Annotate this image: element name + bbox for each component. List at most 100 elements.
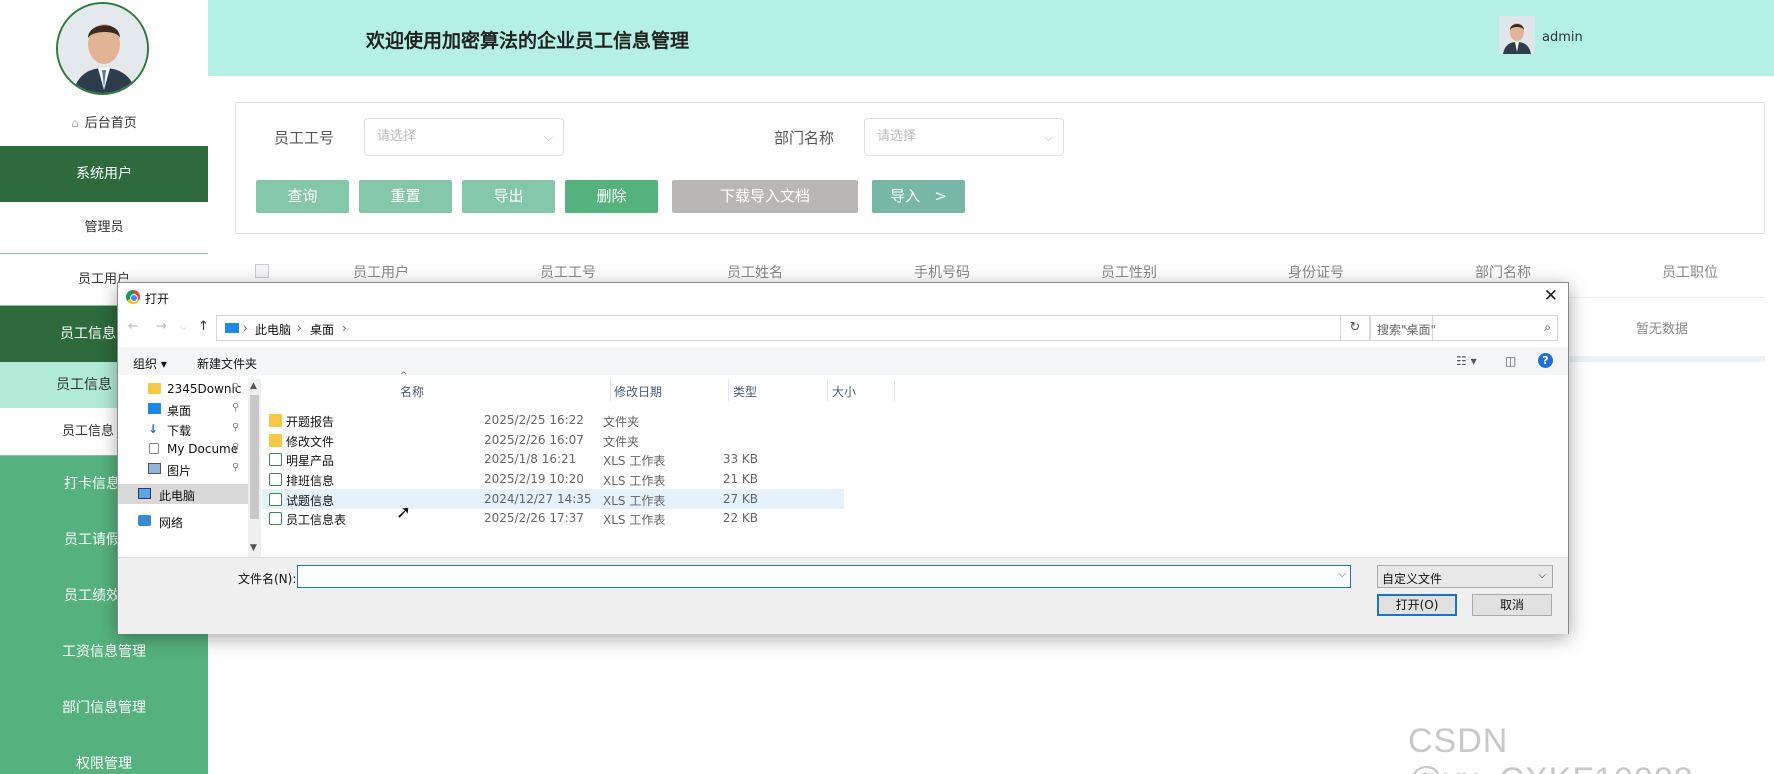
help-icon[interactable]: ? (1538, 353, 1553, 368)
scroll-up-icon[interactable]: ▲ (250, 381, 257, 391)
scrollbar-thumb[interactable] (250, 395, 259, 519)
menu-permissions[interactable]: 权限管理 (0, 736, 208, 774)
file-date: 2025/2/26 17:37 (484, 511, 584, 525)
nav-item-pictures[interactable]: 图片 ⚲ (118, 459, 248, 479)
employee-id-label: 员工工号 (274, 129, 335, 147)
organize-button[interactable]: 组织 ▾ (133, 355, 167, 372)
file-name: 员工信息表 (286, 513, 347, 527)
menu-department[interactable]: 部门信息管理 (0, 680, 208, 736)
file-size: 27 KB (722, 492, 758, 506)
nav-item-network[interactable]: 网络 (118, 511, 248, 531)
view-options-icon[interactable]: ☷ ▾ (1456, 354, 1477, 368)
filetype-select[interactable]: 自定义文件 ⌵ (1377, 565, 1553, 588)
department-placeholder: 请选择 (877, 129, 917, 144)
forward-icon[interactable]: → (156, 319, 167, 334)
computer-icon (138, 488, 151, 499)
file-row[interactable]: 员工信息表 2025/2/26 17:37 XLS 工作表 22 KB (262, 508, 844, 528)
nav-item-2345downloads[interactable]: 2345Downlc ⚲ (118, 379, 248, 399)
menu-system-users[interactable]: 系统用户 (0, 146, 208, 202)
preview-pane-icon[interactable]: ◫ (1505, 354, 1516, 368)
mouse-cursor-icon: ➚ (396, 502, 412, 523)
open-button[interactable]: 打开(O) (1377, 594, 1457, 616)
scroll-down-icon[interactable]: ▼ (250, 543, 257, 553)
chevron-down-icon: ⌵ (1538, 570, 1546, 581)
file-row[interactable]: 明星产品 2025/1/8 16:21 XLS 工作表 33 KB (262, 449, 844, 469)
col-id-card: 身份证号 (1288, 265, 1344, 281)
col-size[interactable]: 大小 (832, 383, 856, 400)
xls-file-icon (269, 453, 282, 466)
folder-icon (148, 383, 161, 394)
filename-input[interactable]: ⌵ (297, 565, 1351, 588)
col-name[interactable]: 名称 (400, 383, 424, 400)
sort-up-icon: ^ (400, 371, 408, 381)
chevron-down-icon: ⌵ (543, 130, 553, 144)
pin-icon: ⚲ (232, 382, 240, 393)
file-name: 试题信息 (286, 494, 335, 508)
breadcrumb-this-pc[interactable]: 此电脑 (255, 321, 291, 338)
username[interactable]: admin (1542, 30, 1583, 45)
chevron-down-icon[interactable]: ⌵ (1338, 569, 1346, 580)
file-open-dialog: 打开 ✕ ← → ⌵ ↑ › 此电脑 › 桌面 › ⌵ ↻ 搜索"桌面" ⌕ 组… (117, 282, 1569, 634)
breadcrumb-desktop[interactable]: 桌面 (310, 321, 334, 338)
picture-icon (148, 463, 161, 474)
new-folder-button[interactable]: 新建文件夹 (197, 355, 257, 372)
cancel-button[interactable]: 取消 (1472, 594, 1552, 616)
recent-dropdown-icon[interactable]: ⌵ (180, 323, 187, 333)
page-title: 欢迎使用加密算法的企业员工信息管理 (366, 30, 690, 52)
nav-item-this-pc[interactable]: 此电脑 (118, 484, 248, 504)
dialog-titlebar: 打开 ✕ (118, 283, 1568, 311)
department-select[interactable]: 请选择 ⌵ (864, 118, 1064, 156)
chevron-right-icon: › (243, 321, 248, 335)
chevron-right-icon: › (297, 321, 302, 335)
query-button[interactable]: 查询 (256, 180, 349, 213)
import-button[interactable]: 导入 > (872, 180, 965, 213)
file-date: 2025/2/19 10:20 (484, 472, 584, 486)
select-all-checkbox[interactable] (255, 264, 269, 278)
file-type: XLS 工作表 (603, 474, 666, 488)
col-type[interactable]: 类型 (733, 383, 757, 400)
file-date: 2025/2/25 16:22 (484, 413, 584, 427)
delete-button[interactable]: 删除 (565, 180, 658, 213)
nav-item-desktop[interactable]: 桌面 ⚲ (118, 399, 248, 419)
file-type: XLS 工作表 (603, 454, 666, 468)
nav-pane-scrollbar[interactable]: ▲ ▼ (248, 379, 261, 557)
folder-icon (269, 434, 282, 447)
dialog-footer: 文件名(N): ⌵ 自定义文件 ⌵ 打开(O) 取消 (118, 557, 1568, 634)
home-label: 后台首页 (84, 116, 137, 131)
download-template-button[interactable]: 下载导入文档 (672, 180, 858, 213)
employee-id-placeholder: 请选择 (377, 129, 417, 144)
reset-button[interactable]: 重置 (359, 180, 452, 213)
home-link[interactable]: ⌂ 后台首页 (0, 112, 208, 134)
document-icon (149, 443, 159, 454)
address-bar[interactable]: › 此电脑 › 桌面 › ⌵ (216, 315, 1433, 341)
col-modified[interactable]: 修改日期 (614, 383, 662, 400)
refresh-icon[interactable]: ↻ (1340, 315, 1370, 341)
pin-icon: ⚲ (232, 462, 240, 473)
col-department: 部门名称 (1475, 265, 1531, 281)
nav-item-my-documents[interactable]: My Docume ⚲ (118, 439, 248, 459)
file-row[interactable]: 修改文件 2025/2/26 16:07 文件夹 (262, 430, 844, 450)
back-icon[interactable]: ← (128, 319, 139, 334)
filename-label: 文件名(N): (238, 572, 297, 586)
navigation-pane: 2345Downlc ⚲ 桌面 ⚲ ↓ 下载 ⚲ My Docume ⚲ 图片 (118, 379, 248, 557)
close-icon[interactable]: ✕ (1544, 286, 1558, 306)
col-phone: 手机号码 (914, 265, 970, 281)
pin-icon: ⚲ (232, 402, 240, 413)
xls-file-icon (269, 493, 282, 506)
file-date: 2025/2/26 16:07 (484, 433, 584, 447)
employee-id-select[interactable]: 请选择 ⌵ (364, 118, 564, 156)
chevron-down-icon: ⌵ (1043, 130, 1053, 144)
menu-admin[interactable]: 管理员 (0, 202, 208, 254)
file-type: XLS 工作表 (603, 494, 666, 508)
file-name: 修改文件 (286, 435, 335, 449)
user-avatar[interactable] (1499, 16, 1535, 54)
nav-item-label: 此电脑 (159, 489, 196, 503)
file-row-selected[interactable]: 试题信息 2024/12/27 14:35 XLS 工作表 27 KB (262, 489, 844, 509)
export-button[interactable]: 导出 (462, 180, 555, 213)
file-row[interactable]: 排班信息 2025/2/19 10:20 XLS 工作表 21 KB (262, 469, 844, 489)
nav-item-downloads[interactable]: ↓ 下载 ⚲ (118, 419, 248, 439)
search-icon: ⌕ (1544, 320, 1551, 334)
up-icon[interactable]: ↑ (198, 319, 209, 334)
file-row[interactable]: 开题报告 2025/2/25 16:22 文件夹 (262, 410, 844, 430)
search-input[interactable]: 搜索"桌面" ⌕ (1370, 315, 1558, 341)
